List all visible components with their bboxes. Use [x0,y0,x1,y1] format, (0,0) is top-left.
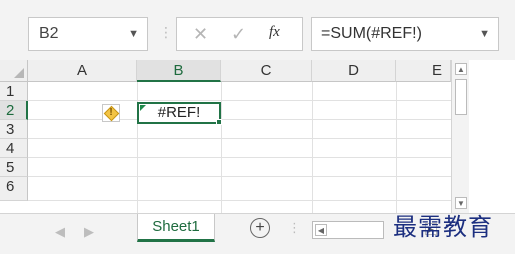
column-header-d[interactable]: D [312,60,396,82]
horizontal-scrollbar[interactable]: ◀ [312,221,384,239]
worksheet-grid: A B C D E 1 2 3 4 5 6 ! #REF! ▲ ▼ [0,60,515,213]
column-header-e[interactable]: E [396,60,451,82]
fill-handle[interactable] [216,119,222,125]
error-indicator-icon [140,105,146,111]
formula-text: =SUM(#REF!) [321,25,422,42]
insert-function-icon[interactable]: fx [269,24,280,41]
scroll-thumb[interactable] [455,79,467,115]
splitter-handle-icon[interactable]: ⋮ [288,220,301,236]
cell-gridlines[interactable] [28,82,451,213]
row-header-4[interactable]: 4 [0,139,28,158]
column-header-b[interactable]: B [137,60,221,82]
chevron-left-icon[interactable]: ◀ [55,224,65,240]
chevron-down-icon[interactable]: ▼ [128,18,139,50]
scroll-left-icon[interactable]: ◀ [315,224,327,236]
chevron-right-icon[interactable]: ▶ [84,224,94,240]
error-options-button[interactable]: ! [102,104,120,122]
scroll-up-icon[interactable]: ▲ [455,63,467,75]
row-header-3[interactable]: 3 [0,120,28,139]
name-box[interactable]: B2 ▼ [28,17,148,51]
row-header-6[interactable]: 6 [0,177,28,201]
add-sheet-icon[interactable]: + [250,218,270,238]
formula-actions: ✕ ✓ fx [176,17,303,51]
row-header-1[interactable]: 1 [0,82,28,101]
formula-input[interactable]: =SUM(#REF!) ▼ [311,17,499,51]
row-header-5[interactable]: 5 [0,158,28,177]
vertical-scrollbar[interactable]: ▲ ▼ [451,60,469,213]
column-header-c[interactable]: C [221,60,312,82]
column-header-a[interactable]: A [28,60,137,82]
cell-value: #REF! [157,104,201,121]
chevron-down-icon[interactable]: ▼ [479,18,490,50]
row-header-2[interactable]: 2 [0,101,28,120]
formula-bar-row: B2 ▼ ⋮ ✕ ✓ fx =SUM(#REF!) ▼ [0,0,515,60]
check-icon[interactable]: ✓ [231,24,246,45]
drag-handle-icon[interactable]: ⋮ [159,24,173,41]
select-all-corner[interactable] [0,60,28,82]
active-cell-b2[interactable]: #REF! [137,102,221,124]
watermark-logo: 最需教育 [393,213,493,241]
sheet-tab-sheet1[interactable]: Sheet1 [137,214,215,242]
name-box-value: B2 [39,25,59,42]
close-icon[interactable]: ✕ [193,24,208,45]
